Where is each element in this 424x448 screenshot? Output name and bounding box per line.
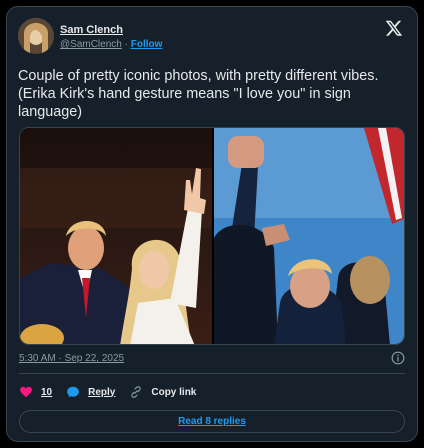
separator: · [121,39,131,50]
copy-link-button[interactable]: Copy link [129,385,196,399]
read-replies-button[interactable]: Read 8 replies [19,410,405,433]
like-button[interactable]: 10 [19,385,52,399]
reply-bubble-icon [67,386,79,398]
tweet-text-line: Couple of pretty iconic photos, with pre… [18,68,379,84]
tweet-timestamp[interactable]: 5:30 AM · Sep 22, 2025 [19,353,124,364]
heart-icon [20,386,32,398]
x-logo-icon[interactable] [385,19,403,37]
divider [19,373,405,374]
tweet-text-line: (Erika Kirk's hand gesture means "I love… [18,86,351,102]
tweet-text-line: language) [18,104,83,120]
tweet-card: Sam Clench @SamClench · Follow Couple of… [6,6,418,442]
reply-label: Reply [88,386,116,398]
author-name[interactable]: Sam Clench [60,24,123,36]
media-photo-right[interactable] [214,128,405,345]
copy-link-label: Copy link [151,386,197,398]
author-handle-row: @SamClench · Follow [60,39,162,50]
link-icon [131,386,142,398]
action-bar: 10 Reply Copy link [19,383,210,401]
tweet-media[interactable] [19,127,405,345]
like-count: 10 [41,386,53,398]
reply-button[interactable]: Reply [66,385,115,399]
avatar[interactable] [18,18,54,54]
info-icon[interactable] [391,351,405,365]
follow-button[interactable]: Follow [131,39,163,50]
tweet-text: Couple of pretty iconic photos, with pre… [18,67,408,121]
media-photo-left[interactable] [20,128,212,345]
author-handle[interactable]: @SamClench [60,39,122,50]
